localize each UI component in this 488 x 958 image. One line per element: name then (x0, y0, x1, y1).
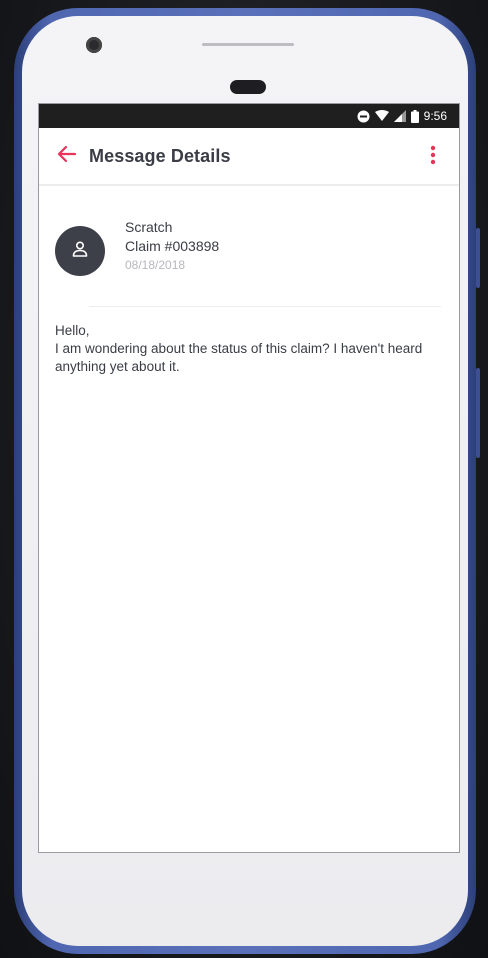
user-icon (71, 240, 89, 263)
battery-icon (410, 109, 419, 123)
back-button[interactable] (55, 144, 79, 168)
status-time: 9:56 (423, 109, 447, 123)
proximity-sensor (230, 80, 266, 94)
message-greeting: Hello, (55, 323, 90, 338)
message-body: Hello, I am wondering about the status o… (39, 306, 459, 376)
more-vertical-icon (430, 145, 436, 170)
phone-screen: 9:56 Message Details Scratch Claim #0038… (38, 103, 460, 853)
divider (89, 306, 441, 307)
message-subject: Scratch (125, 219, 173, 235)
volume-button (476, 228, 480, 288)
page-title: Message Details (89, 145, 231, 166)
message-text: I am wondering about the status of this … (55, 341, 423, 374)
app-bar: Message Details (39, 128, 459, 186)
message-meta: Scratch Claim #003898 08/18/2018 (125, 218, 219, 275)
front-camera (86, 37, 102, 53)
cell-signal-icon (393, 110, 406, 122)
wifi-icon (374, 110, 389, 122)
message-header: Scratch Claim #003898 08/18/2018 (39, 186, 459, 307)
power-button (476, 368, 480, 458)
overflow-menu-button[interactable] (423, 145, 443, 169)
earpiece-speaker (202, 43, 294, 46)
do-not-disturb-icon (357, 110, 370, 123)
avatar (55, 226, 105, 276)
status-bar: 9:56 (39, 104, 459, 128)
background: 9:56 Message Details Scratch Claim #0038… (0, 0, 488, 958)
message-date: 08/18/2018 (125, 258, 186, 272)
claim-number: Claim #003898 (125, 238, 220, 254)
arrow-left-icon (57, 145, 77, 168)
